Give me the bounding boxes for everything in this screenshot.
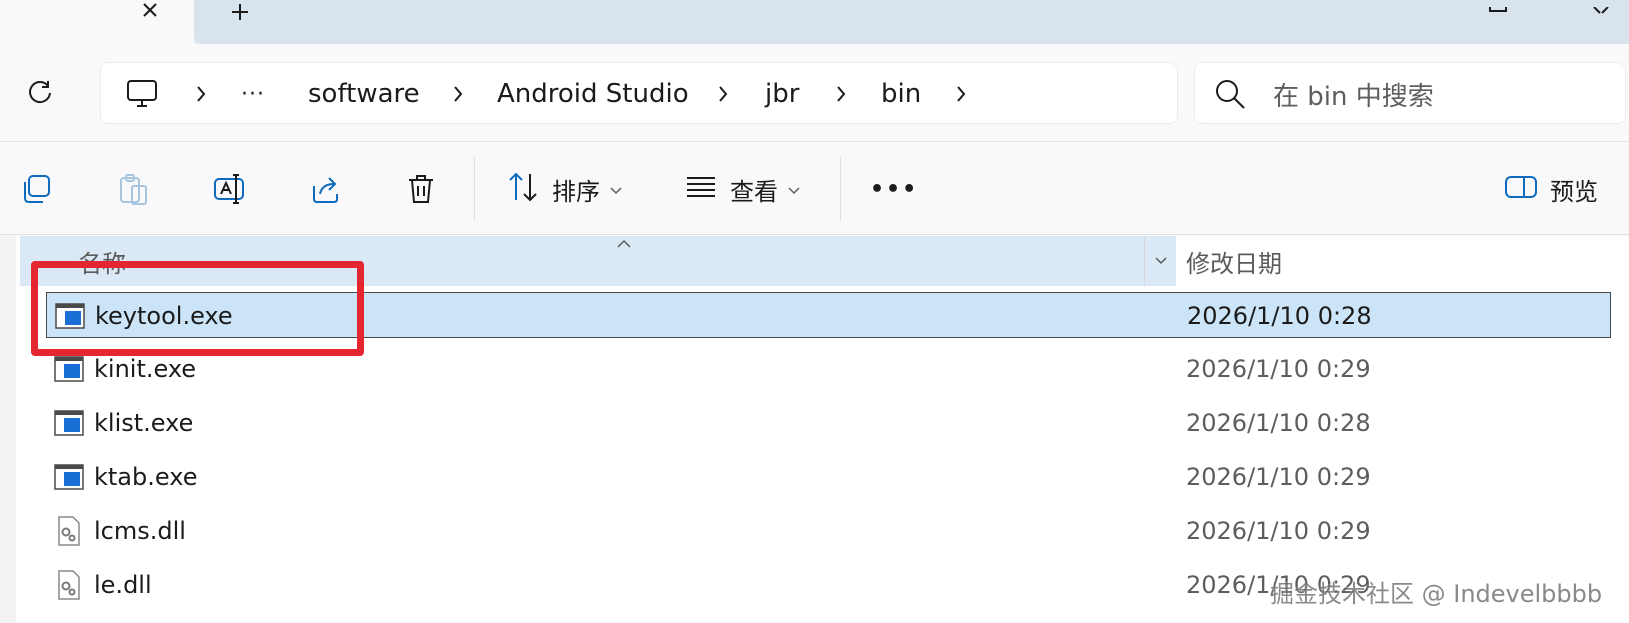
- view-button[interactable]: 查看: [684, 163, 800, 215]
- divider: [840, 157, 841, 221]
- breadcrumb-item-bin[interactable]: bin: [881, 63, 921, 125]
- chevron-down-icon: [788, 180, 800, 199]
- exe-file-icon: [54, 462, 84, 492]
- file-row[interactable]: keytool.exe 2026/1/10 0:28: [46, 292, 1611, 338]
- column-header: 名称 修改日期: [20, 236, 1611, 286]
- file-name: ktab.exe: [94, 463, 198, 491]
- trash-icon[interactable]: [404, 163, 438, 215]
- dll-file-icon: [54, 570, 84, 600]
- command-bar: 排序 查看 ••• 预览: [0, 143, 1629, 235]
- chevron-right-icon[interactable]: [711, 63, 735, 125]
- maximize-icon[interactable]: [1488, 0, 1508, 12]
- view-label: 查看: [730, 177, 778, 206]
- computer-icon[interactable]: [125, 63, 159, 125]
- more-options-button[interactable]: •••: [870, 163, 918, 215]
- file-name: klist.exe: [94, 409, 194, 437]
- view-icon: [684, 170, 718, 208]
- sort-label: 排序: [552, 177, 600, 206]
- address-row: ··· software Android Studio jbr bin 在 bi…: [0, 44, 1629, 142]
- column-date-label[interactable]: 修改日期: [1186, 236, 1282, 286]
- file-date: 2026/1/10 0:29: [1186, 355, 1371, 383]
- file-date: 2026/1/10 0:28: [1186, 409, 1371, 437]
- close-icon[interactable]: [136, 0, 166, 28]
- file-name: lcms.dll: [94, 517, 186, 545]
- chevron-right-icon[interactable]: [189, 63, 213, 125]
- chevron-right-icon[interactable]: [949, 63, 973, 125]
- tab-strip-empty: [194, 0, 1629, 44]
- nav-pane-edge: [0, 236, 16, 623]
- file-name: keytool.exe: [95, 302, 233, 330]
- refresh-icon[interactable]: [20, 72, 60, 112]
- tab-current[interactable]: [0, 0, 194, 44]
- file-date: 2026/1/10 0:28: [1187, 302, 1372, 330]
- exe-file-icon: [54, 408, 84, 438]
- tab-strip: [0, 0, 1629, 44]
- breadcrumb-item-jbr[interactable]: jbr: [765, 63, 799, 125]
- chevron-right-icon[interactable]: [829, 63, 853, 125]
- file-row[interactable]: ktab.exe 2026/1/10 0:29: [46, 454, 1611, 500]
- copy-icon[interactable]: [20, 163, 54, 215]
- search-box[interactable]: 在 bin 中搜索: [1194, 62, 1626, 124]
- file-name: le.dll: [94, 571, 152, 599]
- share-icon[interactable]: [308, 163, 342, 215]
- file-row[interactable]: lcms.dll 2026/1/10 0:29: [46, 508, 1611, 554]
- exe-file-icon: [55, 301, 85, 331]
- preview-button[interactable]: 预览: [1504, 163, 1598, 215]
- breadcrumb-overflow[interactable]: ···: [241, 63, 265, 125]
- plus-icon[interactable]: [226, 0, 256, 28]
- sort-button[interactable]: 排序: [506, 163, 622, 215]
- paste-icon[interactable]: [116, 163, 150, 215]
- file-row[interactable]: klist.exe 2026/1/10 0:28: [46, 400, 1611, 446]
- search-icon[interactable]: [1213, 77, 1247, 111]
- preview-label: 预览: [1550, 177, 1598, 206]
- rename-icon[interactable]: [212, 163, 248, 215]
- breadcrumb-item-android-studio[interactable]: Android Studio: [497, 63, 689, 125]
- file-list: 名称 修改日期 keytool.exe 2026/1/10 0:28 kinit…: [0, 236, 1629, 623]
- chevron-down-icon[interactable]: [1144, 236, 1176, 286]
- divider: [474, 157, 475, 221]
- search-input[interactable]: 在 bin 中搜索: [1273, 63, 1434, 125]
- file-date: 2026/1/10 0:29: [1186, 463, 1371, 491]
- column-header-name[interactable]: [20, 236, 1176, 286]
- exe-file-icon: [54, 354, 84, 384]
- sort-ascending-icon: [612, 236, 636, 250]
- chevron-right-icon[interactable]: [446, 63, 470, 125]
- sort-icon: [506, 170, 540, 208]
- dll-file-icon: [54, 516, 84, 546]
- breadcrumb-item-software[interactable]: software: [308, 63, 420, 125]
- column-name-label: 名称: [78, 249, 126, 278]
- watermark: 掘金技术社区 @ Indevelbbbb: [1270, 579, 1603, 608]
- chevron-down-icon: [610, 180, 622, 199]
- file-row[interactable]: kinit.exe 2026/1/10 0:29: [46, 346, 1611, 392]
- file-date: 2026/1/10 0:29: [1186, 517, 1371, 545]
- preview-pane-icon: [1504, 173, 1538, 205]
- address-bar[interactable]: ··· software Android Studio jbr bin: [100, 62, 1178, 124]
- file-name: kinit.exe: [94, 355, 197, 383]
- close-window-icon[interactable]: [1592, 0, 1612, 14]
